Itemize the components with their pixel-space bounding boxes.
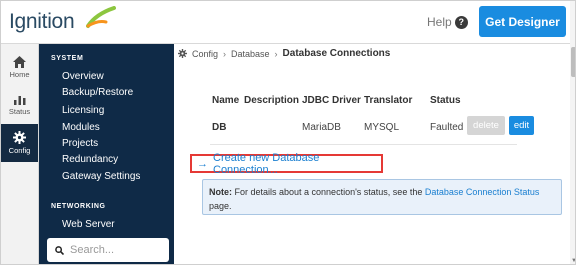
row-divider [210,144,517,145]
breadcrumb-config[interactable]: Config [192,49,218,59]
main-content: Config › Database › Database Connections… [174,44,570,264]
gear-icon [178,49,187,58]
nav-rail: Home Status Config [1,44,39,264]
help-label: Help [427,15,452,29]
search-icon [55,245,64,255]
cell-status: Faulted [430,122,464,133]
rail-item-config[interactable]: Config [1,124,38,162]
connection-status-link[interactable]: Database Connection Status [425,187,540,197]
scroll-down-icon[interactable]: ▼ [571,258,575,264]
create-connection-label: Create new Database Connection... [213,151,320,176]
ignition-logo-icon [86,6,116,28]
column-header-jdbc-driver: JDBC Driver [302,95,361,106]
scrollbar[interactable]: ▼ [570,1,575,264]
sidebar-search[interactable]: Search... [47,238,169,262]
sidebar-item-web-server[interactable]: Web Server [62,219,115,230]
note-label: Note: [209,187,232,197]
sidebar-item-backup-restore[interactable]: Backup/Restore [62,87,133,98]
get-designer-button[interactable]: Get Designer [479,6,566,37]
sidebar-item-licensing[interactable]: Licensing [62,105,104,116]
app-window: Ignition Help ? Get Designer Home Status [0,0,576,265]
cell-name: DB [212,122,227,133]
arrow-right-icon: → [197,157,208,170]
sidebar-item-redundancy[interactable]: Redundancy [62,154,118,165]
scrollbar-thumb[interactable] [571,47,575,77]
help-link[interactable]: Help ? [427,15,468,29]
ignition-logo-text[interactable]: Ignition [9,10,75,34]
sidebar-item-gateway-settings[interactable]: Gateway Settings [62,171,140,182]
edit-button[interactable]: edit [509,116,534,135]
column-header-description: Description [244,95,300,106]
column-header-status: Status [430,95,461,106]
column-header-translator: Translator [364,95,413,106]
create-connection-link[interactable]: → Create new Database Connection... [190,151,383,176]
chevron-right-icon: › [274,48,278,59]
rail-label-home: Home [9,69,30,79]
section-heading-system: SYSTEM [51,55,84,62]
top-header: Ignition Help ? Get Designer [1,1,575,44]
gear-icon [13,131,26,144]
sidebar-item-modules[interactable]: Modules [62,122,100,133]
rail-label-config: Config [8,146,31,155]
help-question-icon: ? [454,15,468,29]
rail-label-status: Status [8,107,31,116]
cell-translator: MYSQL [364,122,400,133]
cell-driver: MariaDB [302,122,341,133]
note-tail: page. [209,201,232,211]
breadcrumb-current: Database Connections [282,48,391,59]
search-placeholder: Search... [70,244,115,256]
sidebar-item-overview[interactable]: Overview [62,71,104,82]
section-heading-networking: NETWORKING [51,203,106,210]
delete-button[interactable]: delete [467,116,505,135]
rail-item-status[interactable]: Status [1,86,38,124]
rail-item-home[interactable]: Home [1,48,38,86]
breadcrumb-database[interactable]: Database [231,49,270,59]
breadcrumb: Config › Database › Database Connections [178,48,390,59]
column-header-name: Name [212,95,240,106]
config-sidebar: SYSTEM Overview Backup/Restore Licensing… [39,44,174,264]
status-note: Note: For details about a connection's s… [202,179,562,215]
note-text: For details about a connection's status,… [232,187,425,197]
home-icon [13,55,26,68]
status-chart-icon [13,96,25,105]
sidebar-item-projects[interactable]: Projects [62,138,98,149]
chevron-right-icon: › [223,48,227,59]
